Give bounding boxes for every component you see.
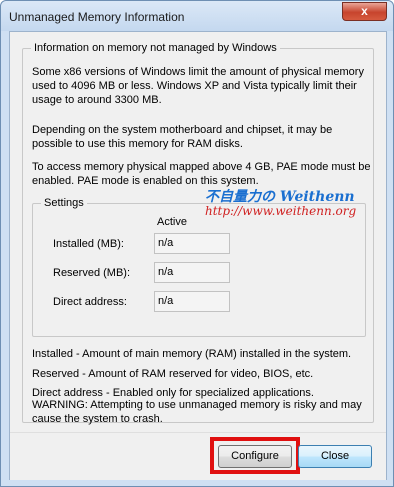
dialog-client-area: Information on memory not managed by Win…	[9, 31, 387, 480]
info-groupbox: Information on memory not managed by Win…	[22, 42, 374, 426]
installed-field: n/a	[154, 233, 230, 254]
close-icon: x	[361, 4, 368, 18]
installed-label: Installed (MB):	[53, 238, 124, 250]
info-paragraph-2: Depending on the system motherboard and …	[32, 123, 332, 151]
warning-text: WARNING: Attempting to use unmanaged mem…	[32, 398, 362, 426]
info-paragraph-3-line-1: To access memory physical mapped above 4…	[32, 161, 371, 173]
warning-line-2: cause the system to crash.	[32, 413, 163, 425]
settings-groupbox: Settings Active Installed (MB): n/a Rese…	[32, 197, 366, 337]
reserved-label: Reserved (MB):	[53, 267, 131, 279]
close-button[interactable]: Close	[298, 445, 372, 468]
installed-value: n/a	[158, 237, 174, 249]
watermark-title: 不自量力の Weithenn	[205, 189, 355, 205]
settings-groupbox-legend: Settings	[41, 197, 87, 210]
button-bar: Configure Close	[10, 432, 386, 480]
direct-address-value: n/a	[158, 295, 174, 307]
field-notes: Installed - Amount of main memory (RAM) …	[32, 345, 351, 404]
window-title: Unmanaged Memory Information	[9, 10, 185, 24]
note-installed: Installed - Amount of main memory (RAM) …	[32, 348, 352, 360]
info-paragraph-1-line-2: used to 4096 MB or less. Windows XP and …	[32, 80, 357, 92]
watermark-url: http://www.weithenn.org	[205, 204, 357, 218]
reserved-value: n/a	[158, 266, 174, 278]
window-close-button[interactable]: x	[342, 2, 387, 21]
reserved-field: n/a	[154, 262, 230, 283]
info-paragraph-1-line-3: usage to around 3300 MB.	[32, 94, 162, 106]
title-bar[interactable]: Unmanaged Memory Information x	[1, 1, 393, 31]
info-paragraph-1: Some x86 versions of Windows limit the a…	[32, 65, 364, 107]
warning-line-1: WARNING: Attempting to use unmanaged mem…	[32, 399, 362, 411]
info-paragraph-2-line-2: possible to use this memory for RAM disk…	[32, 138, 243, 150]
info-groupbox-legend: Information on memory not managed by Win…	[31, 42, 280, 55]
info-paragraph-2-line-1: Depending on the system motherboard and …	[32, 124, 333, 136]
note-reserved: Reserved - Amount of RAM reserved for vi…	[32, 367, 314, 380]
info-paragraph-3: To access memory physical mapped above 4…	[32, 160, 371, 188]
configure-button[interactable]: Configure	[218, 445, 292, 468]
info-paragraph-1-line-1: Some x86 versions of Windows limit the a…	[32, 66, 364, 78]
active-column-header: Active	[157, 216, 187, 228]
unmanaged-memory-dialog: Unmanaged Memory Information x Informati…	[0, 0, 394, 487]
direct-address-field: n/a	[154, 291, 230, 312]
direct-address-label: Direct address:	[53, 296, 127, 308]
